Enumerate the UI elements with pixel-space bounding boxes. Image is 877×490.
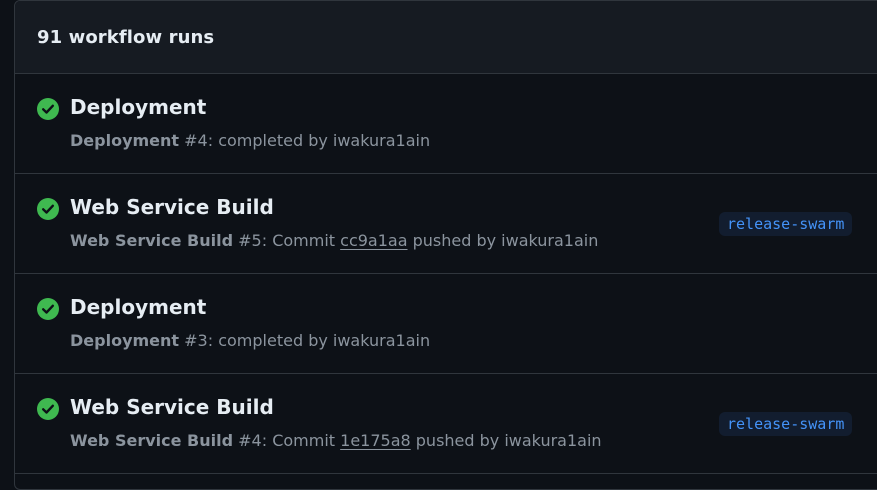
- check-circle-icon: [37, 98, 59, 120]
- branch-label[interactable]: release-swarm: [719, 212, 853, 236]
- run-pusher: pushed by iwakura1ain: [410, 431, 602, 450]
- workflow-run-row[interactable]: Web Service Build Web Service Build #5: …: [15, 174, 877, 274]
- workflow-run-row[interactable]: Web Service Build Web Service Build #4: …: [15, 374, 877, 474]
- run-meta: Web Service Build #5: Commit cc9a1aa pus…: [70, 231, 598, 250]
- run-workflow-name: Deployment: [70, 331, 180, 350]
- run-pusher: pushed by iwakura1ain: [407, 231, 599, 250]
- branch-label[interactable]: release-swarm: [719, 412, 853, 436]
- run-title-link[interactable]: Deployment: [70, 95, 206, 119]
- commit-sha-link[interactable]: 1e175a8: [340, 431, 411, 450]
- run-workflow-name: Web Service Build: [70, 231, 234, 250]
- run-title-link[interactable]: Web Service Build: [70, 195, 274, 219]
- run-workflow-name: Deployment: [70, 131, 180, 150]
- run-description: #4: Commit: [233, 431, 341, 450]
- commit-sha-link[interactable]: cc9a1aa: [340, 231, 407, 250]
- run-meta: Web Service Build #4: Commit 1e175a8 pus…: [70, 431, 602, 450]
- run-title-link[interactable]: Web Service Build: [70, 395, 274, 419]
- check-circle-icon: [37, 398, 59, 420]
- workflow-runs-panel: 91 workflow runs Deployment Deployment #…: [14, 0, 877, 490]
- run-meta: Deployment #3: completed by iwakura1ain: [70, 331, 430, 350]
- run-description: #4: completed by iwakura1ain: [179, 131, 431, 150]
- run-description: #3: completed by iwakura1ain: [179, 331, 431, 350]
- workflow-runs-header: 91 workflow runs: [15, 1, 877, 74]
- run-workflow-name: Web Service Build: [70, 431, 234, 450]
- workflow-run-row[interactable]: Deployment Deployment #3: completed by i…: [15, 274, 877, 374]
- workflow-run-row[interactable]: Deployment Deployment #4: completed by i…: [15, 74, 877, 174]
- run-meta: Deployment #4: completed by iwakura1ain: [70, 131, 430, 150]
- workflow-runs-count: 91 workflow runs: [37, 26, 215, 48]
- check-circle-icon: [37, 198, 59, 220]
- run-description: #5: Commit: [233, 231, 341, 250]
- check-circle-icon: [37, 298, 59, 320]
- run-title-link[interactable]: Deployment: [70, 295, 206, 319]
